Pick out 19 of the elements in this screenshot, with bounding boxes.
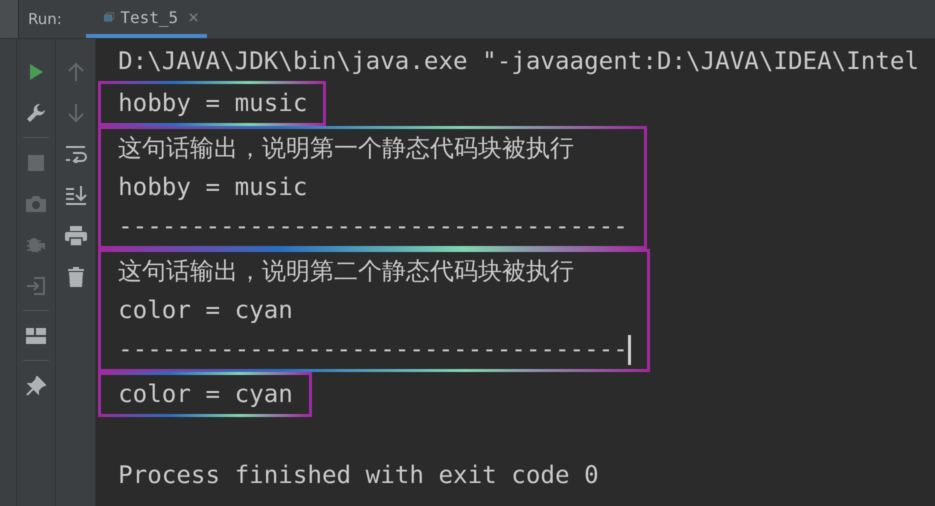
soft-wrap-icon[interactable] (64, 144, 87, 162)
scroll-to-end-icon[interactable] (64, 184, 87, 204)
trash-icon[interactable] (68, 266, 84, 286)
console-line: D:\JAVA\JDK\bin\java.exe "-javaagent:D:\JAVA\IDEA\Intel (118, 46, 920, 77)
run-icon[interactable] (27, 62, 46, 80)
console-line: ----------------------------------- (118, 334, 628, 365)
layout-icon[interactable] (26, 328, 46, 344)
console-line: ----------------------------------- (118, 211, 628, 242)
wrench-icon[interactable] (26, 102, 46, 122)
console-line: color = cyan (118, 379, 293, 410)
console-line: 这句话输出，说明第二个静态代码块被执行 (118, 256, 574, 287)
print-icon[interactable] (64, 226, 87, 246)
console-line: color = cyan (118, 295, 293, 326)
console-line: hobby = music (118, 88, 308, 119)
run-label: Run: (28, 10, 63, 28)
console-line: 这句话输出，说明第一个静态代码块被执行 (118, 133, 574, 164)
console-line: hobby = music (118, 172, 308, 203)
pin-icon[interactable] (26, 376, 46, 396)
console-line: Process finished with exit code 0 (118, 460, 599, 491)
